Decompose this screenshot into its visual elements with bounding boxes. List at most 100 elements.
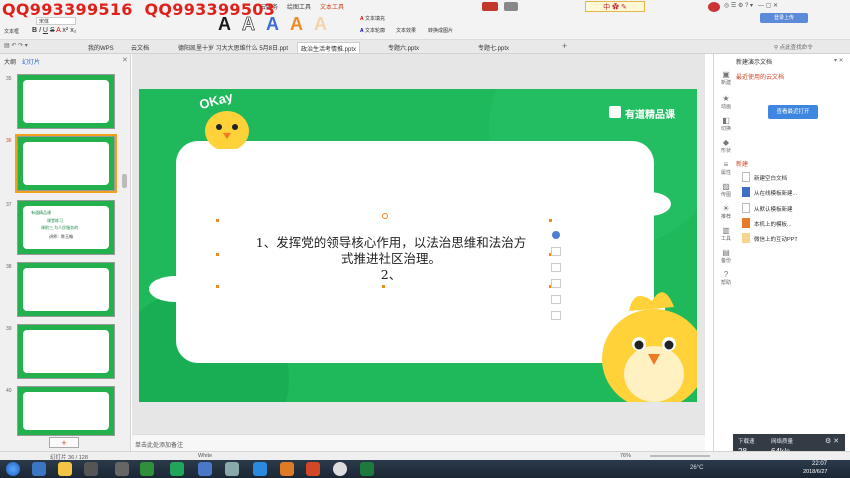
- tab-cloud-docs[interactable]: 云文档: [128, 42, 152, 53]
- net-settings-icon[interactable]: ⚙ ✕: [825, 437, 839, 445]
- window-controls[interactable]: ◎ ☰ ⚙ ? ▾ — ▢ ✕: [724, 2, 778, 9]
- ime-indicator[interactable]: 中 ✿ ✎: [585, 1, 645, 12]
- wordart-style-5[interactable]: A: [314, 14, 327, 35]
- font-color-button[interactable]: A: [56, 27, 60, 34]
- side-shape[interactable]: ◆ 形状: [717, 138, 735, 154]
- slide-thumbnail-40[interactable]: [17, 386, 115, 436]
- side-properties[interactable]: ≡ 属性: [717, 160, 735, 176]
- quick-tool-icon[interactable]: [552, 231, 560, 239]
- tab-doc-1[interactable]: 德阳凯里十岁 习大大思维什么 5月8日.ppt: [175, 42, 291, 53]
- wordart-style-4[interactable]: A: [290, 14, 303, 35]
- tab-slides[interactable]: 幻灯片: [22, 57, 40, 66]
- ie-icon[interactable]: [32, 462, 46, 476]
- tab-outline[interactable]: 大纲: [4, 57, 16, 66]
- app-icon[interactable]: [280, 462, 294, 476]
- slide[interactable]: 有道精品课 OKay 1、发挥党的领导核心作用，以法治思维和法治方 式推进社区治…: [139, 89, 697, 402]
- slide-thumbnail-38[interactable]: [17, 262, 115, 317]
- quick-tool-icon[interactable]: [551, 311, 561, 320]
- text-fill-button[interactable]: A 文本填充: [360, 15, 385, 22]
- subscript-button[interactable]: x₂: [70, 27, 76, 34]
- blank-doc-icon: [742, 172, 750, 182]
- side-animation[interactable]: ★ 动画: [717, 94, 735, 110]
- slide-thumbnail-37[interactable]: 有道精品课 课堂练习 课前三 为人民服务的 讲师：陈玉翰: [17, 200, 115, 255]
- side-recommend[interactable]: ☀ 推荐: [717, 204, 735, 220]
- style-buttons: B I U S A x² x₂: [32, 27, 76, 34]
- app-icon[interactable]: [333, 462, 347, 476]
- side-tools[interactable]: ▥ 工具: [717, 226, 735, 242]
- strike-button[interactable]: S: [50, 27, 55, 34]
- thumbnails-scrollbar[interactable]: [122, 174, 127, 188]
- add-slide-button[interactable]: +: [49, 437, 79, 448]
- weather-temp[interactable]: 26°C: [690, 465, 703, 471]
- app-icon[interactable]: [253, 462, 267, 476]
- new-tab-button[interactable]: +: [562, 41, 567, 51]
- wps-presentation-icon[interactable]: [306, 462, 320, 476]
- wechat-ppt-item[interactable]: 微信上的互动PPT: [754, 235, 798, 243]
- tab-text-tools[interactable]: 文本工具: [320, 2, 344, 11]
- side-transition[interactable]: ◧ 切换: [717, 116, 735, 132]
- clock-date[interactable]: 2018/6/27: [803, 469, 827, 475]
- quick-tool-icon[interactable]: [551, 247, 561, 256]
- underline-button[interactable]: U: [43, 27, 48, 34]
- command-search[interactable]: ⚲ 点此查找命令: [774, 43, 813, 51]
- task-pane-close-icon[interactable]: ▾ ✕: [834, 57, 844, 64]
- quick-access-icons[interactable]: ▤ ↶ ↷ ▾: [4, 42, 28, 49]
- resize-handle[interactable]: [216, 285, 219, 288]
- slide-text-content[interactable]: 1、发挥党的领导核心作用，以法治思维和法治方 式推进社区治理。 2、: [201, 235, 581, 283]
- close-pane-icon[interactable]: ✕: [122, 56, 128, 64]
- bold-button[interactable]: B: [32, 27, 37, 34]
- zoom-level[interactable]: 76%: [620, 453, 631, 459]
- wps-icon[interactable]: [140, 462, 154, 476]
- spreadsheet-icon[interactable]: [360, 462, 374, 476]
- text-effect-button[interactable]: 文本效果: [396, 27, 416, 34]
- textbox-label[interactable]: 文本框: [4, 28, 19, 35]
- tab-doc-4[interactable]: 专题七.pptx: [475, 42, 512, 53]
- new-blank-doc-item[interactable]: 新建空白文档: [754, 174, 787, 182]
- app-icon[interactable]: [225, 462, 239, 476]
- media-icon[interactable]: [84, 462, 98, 476]
- quick-tool-icon[interactable]: [551, 295, 561, 304]
- avatar[interactable]: [708, 2, 720, 12]
- tab-doc-active[interactable]: 政治生活考情推.pptx: [297, 42, 361, 53]
- thumb-teacher: 讲师：陈玉翰: [49, 234, 73, 239]
- convert-to-picture-button[interactable]: 转换成图片: [428, 27, 453, 34]
- thumb-heading: 课堂练习: [47, 218, 63, 223]
- tab-doc-3[interactable]: 专题六.pptx: [385, 42, 422, 53]
- rotate-handle[interactable]: [382, 213, 388, 219]
- side-new[interactable]: ▣ 新建: [717, 70, 735, 86]
- start-button-icon[interactable]: [6, 462, 20, 476]
- side-backup[interactable]: ▤ 备份: [717, 248, 735, 264]
- toolbar-icon[interactable]: [504, 2, 518, 11]
- view-recent-button[interactable]: 查看最近打开: [768, 105, 818, 119]
- record-icon[interactable]: [482, 2, 498, 11]
- wechat-ppt-icon: [742, 233, 750, 243]
- resize-handle[interactable]: [216, 219, 219, 222]
- resize-handle[interactable]: [549, 219, 552, 222]
- tab-my-wps[interactable]: 我的WPS: [85, 42, 117, 53]
- resize-handle[interactable]: [382, 285, 385, 288]
- side-upload-image[interactable]: ▨ 传图: [717, 182, 735, 198]
- app-icon[interactable]: [198, 462, 212, 476]
- quick-tool-icon[interactable]: [551, 279, 561, 288]
- floating-toolbar: [551, 231, 563, 327]
- player-icon[interactable]: [170, 462, 184, 476]
- local-template-item[interactable]: 本机上的模板...: [754, 220, 792, 228]
- recent-cloud-docs[interactable]: 最近使用的云文档: [736, 72, 784, 81]
- notes-pane[interactable]: 单击此处添加备注: [132, 434, 705, 451]
- zoom-slider[interactable]: [650, 455, 710, 457]
- clock-time[interactable]: 22:07: [812, 461, 827, 467]
- slide-thumbnail-35[interactable]: [17, 74, 115, 129]
- italic-button[interactable]: I: [39, 27, 41, 34]
- default-template-item[interactable]: 从默认模板新建: [754, 205, 793, 213]
- side-help[interactable]: ? 帮助: [717, 270, 735, 286]
- slide-thumbnail-39[interactable]: [17, 324, 115, 379]
- text-outline-button[interactable]: A 文本轮廓: [360, 27, 385, 34]
- app-icon[interactable]: [115, 462, 129, 476]
- slide-thumbnail-36[interactable]: [15, 134, 117, 193]
- quick-tool-icon[interactable]: [551, 263, 561, 272]
- tab-drawing-tools[interactable]: 绘图工具: [287, 2, 311, 11]
- explorer-icon[interactable]: [58, 462, 72, 476]
- superscript-button[interactable]: x²: [62, 27, 68, 34]
- login-upload-button[interactable]: 登录上传: [760, 13, 808, 23]
- online-template-item[interactable]: 从在线模板新建...: [754, 189, 797, 197]
